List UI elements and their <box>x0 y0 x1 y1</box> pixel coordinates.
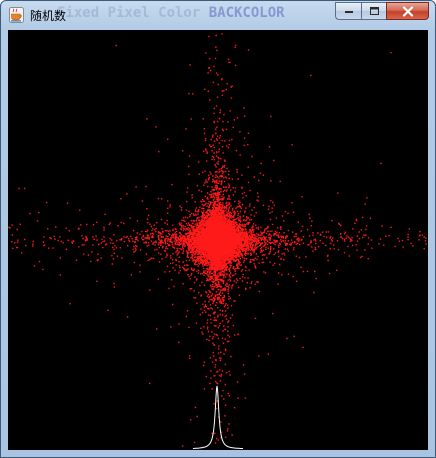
random-points-path <box>8 33 427 447</box>
window-controls <box>335 2 429 21</box>
random-points-plot <box>8 33 427 450</box>
title-ghost-text: Fixed Pixel Color BACKCOLOR <box>57 5 285 21</box>
java-coffee-cup-icon[interactable] <box>9 7 24 23</box>
title-bar[interactable]: Fixed Pixel Color BACKCOLOR 随机数 <box>1 1 435 29</box>
ghost-text-strong: BACKCOLOR <box>208 5 285 21</box>
minimize-button[interactable] <box>335 2 361 20</box>
close-button[interactable] <box>386 2 429 20</box>
minimize-icon <box>344 11 353 13</box>
maximize-button[interactable] <box>361 2 386 20</box>
window-title: 随机数 <box>30 9 67 23</box>
random-points <box>8 33 427 447</box>
close-icon <box>402 5 413 17</box>
ghost-text-plain: Fixed Pixel Color <box>57 5 209 21</box>
drawing-canvas[interactable] <box>8 30 428 450</box>
application-window: Fixed Pixel Color BACKCOLOR 随机数 <box>0 0 436 458</box>
maximize-icon <box>369 7 379 15</box>
